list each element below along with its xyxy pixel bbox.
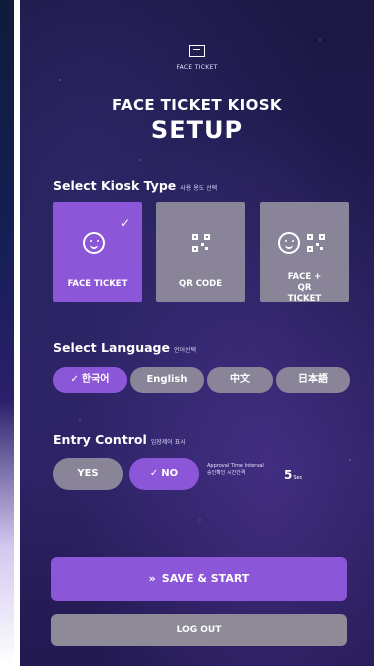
logo-text: FACE TICKET (176, 64, 218, 71)
face-icon (278, 232, 300, 254)
check-icon: ✓ (149, 468, 159, 479)
logout-button-label: LOG OUT (176, 625, 222, 635)
face-icon (83, 232, 105, 254)
language-option-label: 中文 (230, 374, 250, 385)
save-button-label: SAVE & START (161, 572, 250, 585)
kiosk-type-label: FACE + QR TICKET (287, 272, 322, 304)
background-panel-edge (0, 0, 14, 666)
page-subtitle: SETUP (150, 116, 244, 144)
interval-unit: Sec (293, 475, 303, 481)
qr-code-icon (192, 234, 210, 252)
double-chevron-right-icon: » (148, 572, 156, 585)
page-title: FACE TICKET KIOSK (112, 96, 282, 114)
kiosk-type-label: QR CODE (178, 279, 223, 289)
approval-interval-label: Approval Time Interval 승인확인 시간간격 (207, 463, 264, 477)
kiosk-type-heading: Select Kiosk Type 사용 용도 선택 (53, 178, 217, 193)
language-option-label: English (146, 374, 188, 385)
approval-interval-value[interactable]: 5Sec (284, 468, 302, 482)
entry-control-heading: Entry Control 입장제어 표시 (53, 432, 186, 447)
kiosk-type-face-qr-ticket[interactable]: FACE + QR TICKET (260, 202, 349, 304)
logo: FACE TICKET (20, 42, 374, 71)
kiosk-type-label: Select Kiosk Type (53, 178, 177, 193)
kiosk-type-label: FACE TICKET (67, 279, 128, 289)
language-option-label: 한국어 (81, 374, 110, 385)
language-japanese-button[interactable]: 日本語 (276, 367, 350, 393)
entry-control-sublabel: 입장제어 표시 (150, 439, 186, 446)
check-icon: ✓ (70, 374, 79, 385)
interval-number: 5 (284, 468, 293, 482)
language-english-button[interactable]: English (130, 367, 204, 393)
kiosk-setup-screen: FACE TICKET FACE TICKET KIOSK SETUP Sele… (20, 0, 374, 666)
entry-option-label: YES (77, 468, 99, 479)
check-icon: ✓ (120, 216, 131, 230)
save-and-start-button[interactable]: » SAVE & START (51, 557, 347, 601)
entry-control-yes-button[interactable]: YES (53, 458, 123, 490)
language-korean-button[interactable]: ✓ 한국어 (53, 367, 127, 393)
language-chinese-button[interactable]: 中文 (207, 367, 273, 393)
language-label: Select Language (53, 340, 170, 355)
kiosk-type-sublabel: 사용 용도 선택 (180, 185, 218, 192)
kiosk-type-qr-code[interactable]: QR CODE (156, 202, 245, 302)
language-sublabel: 언어선택 (174, 347, 197, 354)
approval-interval-label-ko: 승인확인 시간간격 (207, 470, 246, 476)
entry-option-label: NO (161, 468, 179, 479)
ticket-icon (189, 45, 205, 57)
kiosk-type-face-ticket[interactable]: ✓ FACE TICKET (53, 202, 142, 302)
language-option-label: 日本語 (298, 374, 328, 385)
logout-button[interactable]: LOG OUT (51, 614, 347, 646)
entry-control-no-button[interactable]: ✓ NO (129, 458, 199, 490)
entry-control-label: Entry Control (53, 432, 147, 447)
qr-code-icon (307, 234, 325, 252)
approval-interval-label-en: Approval Time Interval (207, 463, 264, 469)
language-heading: Select Language 언어선택 (53, 340, 196, 355)
